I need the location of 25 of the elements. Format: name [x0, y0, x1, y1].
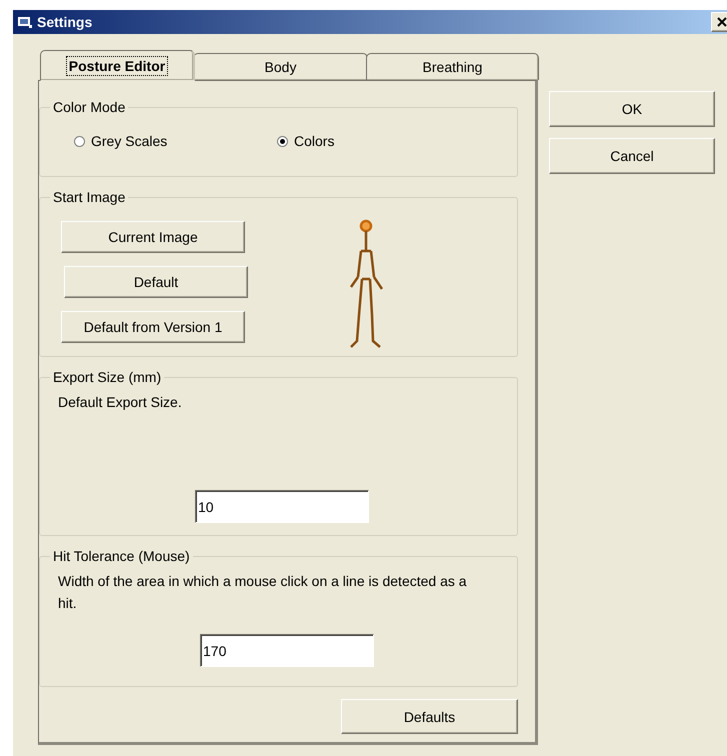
cancel-button[interactable]: Cancel	[549, 138, 715, 174]
start-image-button[interactable]: Current Image	[61, 221, 245, 253]
group-title: Hit Tolerance (Mouse)	[52, 548, 191, 564]
start-image-button[interactable]: Default	[64, 266, 248, 298]
radio-option[interactable]: Grey Scales	[74, 133, 277, 149]
tab[interactable]: Posture Editor	[40, 50, 195, 81]
group-title: Color Mode	[52, 99, 126, 115]
radio-button[interactable]	[74, 136, 85, 146]
radio-option[interactable]: Colors	[277, 133, 334, 149]
radio-button[interactable]	[277, 136, 288, 146]
window-title: Settings	[37, 14, 92, 30]
hit-tolerance-field[interactable]: 170	[200, 634, 374, 667]
start-image-button[interactable]: Default from Version 1	[61, 311, 245, 343]
close-icon	[716, 16, 727, 28]
export-size-field[interactable]: 10	[195, 490, 369, 523]
group-title: Start Image	[52, 189, 126, 205]
defaults-button[interactable]: Defaults	[341, 699, 518, 734]
description-text: Width of the area in which a mouse click on a line is detected as a hit.	[58, 572, 468, 613]
window-icon	[17, 15, 33, 29]
tab[interactable]: Breathing	[366, 53, 539, 80]
close-button[interactable]	[711, 12, 727, 32]
ok-button[interactable]: OK	[549, 91, 715, 127]
description-text: Default Export Size.	[58, 393, 183, 412]
group-title: Export Size (mm)	[52, 369, 162, 385]
tab[interactable]: Body	[193, 53, 368, 80]
